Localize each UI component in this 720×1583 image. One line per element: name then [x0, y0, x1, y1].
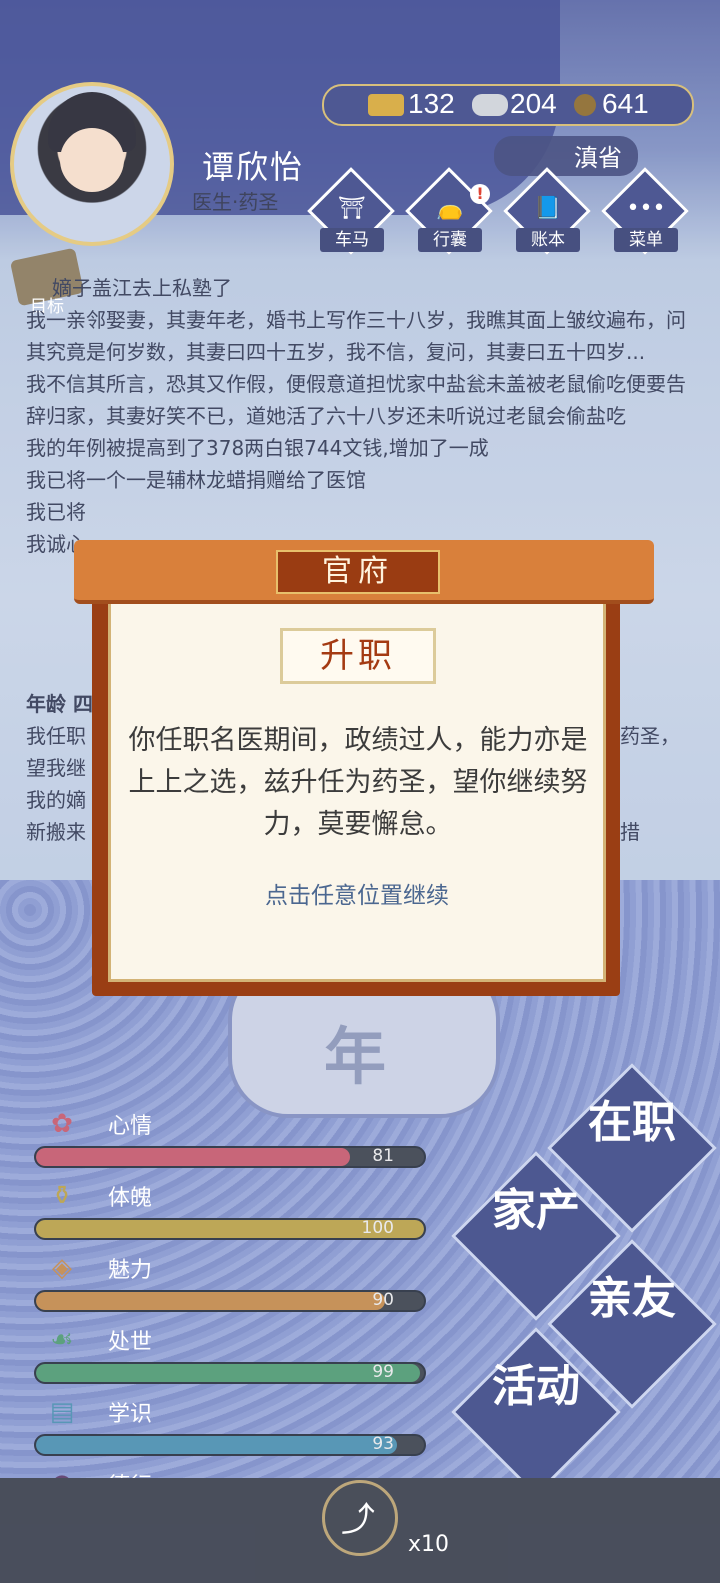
dialog-message: 你任职名医期间，政绩过人，能力亦是上上之选，兹升任为药圣，望你继续努力，莫要懈怠… — [128, 725, 588, 840]
dialog-header-title: 官府 — [276, 550, 440, 594]
continue-hint[interactable]: 点击任意位置继续 — [108, 876, 606, 910]
dialog-subtitle: 升职 — [280, 628, 436, 684]
